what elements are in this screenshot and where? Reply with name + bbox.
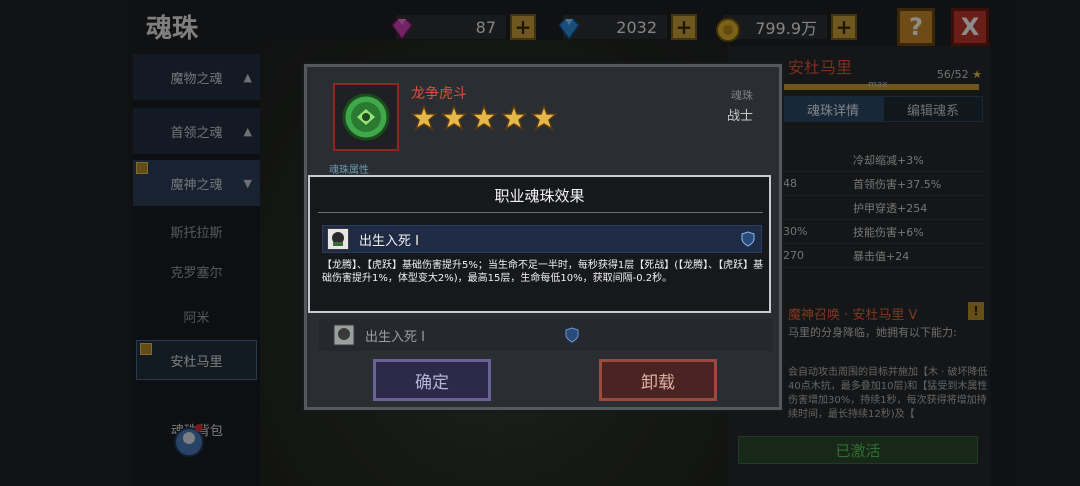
popup-skill-name: 出生入死 I bbox=[359, 233, 419, 249]
star-icon bbox=[411, 105, 437, 131]
shield-icon bbox=[741, 231, 755, 247]
pearl-name: 龙争虎斗 bbox=[411, 86, 467, 102]
popup-title: 职业魂珠效果 bbox=[494, 187, 585, 205]
confirm-button[interactable]: 确定 bbox=[373, 359, 491, 401]
star-icon bbox=[471, 105, 497, 131]
pearl-icon-frame bbox=[333, 83, 399, 151]
green-pearl-icon bbox=[342, 93, 390, 141]
shield-icon bbox=[565, 327, 579, 343]
class-pearl-effect-popup: 职业魂珠效果 出生入死 I 【龙腾】、【虎跃】基础伤害提升5%；当生命不足一半时… bbox=[308, 175, 771, 313]
star-rating bbox=[411, 105, 557, 131]
popup-skill-description: 【龙腾】、【虎跃】基础伤害提升5%；当生命不足一半时，每秒获得1层【死战】(【龙… bbox=[322, 260, 764, 284]
popup-skill-row: 出生入死 I bbox=[322, 225, 762, 253]
skill-avatar-icon bbox=[333, 324, 355, 346]
star-icon bbox=[531, 105, 557, 131]
skill-name: 出生入死 I bbox=[365, 329, 425, 345]
pearl-attributes-label: 魂珠属性 bbox=[329, 165, 369, 176]
skill-avatar-icon bbox=[327, 228, 349, 250]
divider bbox=[318, 212, 763, 213]
star-icon bbox=[501, 105, 527, 131]
pearl-type-value: 战士 bbox=[726, 109, 753, 124]
skill-row: 出生入死 I bbox=[319, 319, 773, 351]
pearl-type-label: 魂珠 bbox=[731, 89, 753, 102]
star-icon bbox=[441, 105, 467, 131]
unload-button[interactable]: 卸载 bbox=[599, 359, 717, 401]
